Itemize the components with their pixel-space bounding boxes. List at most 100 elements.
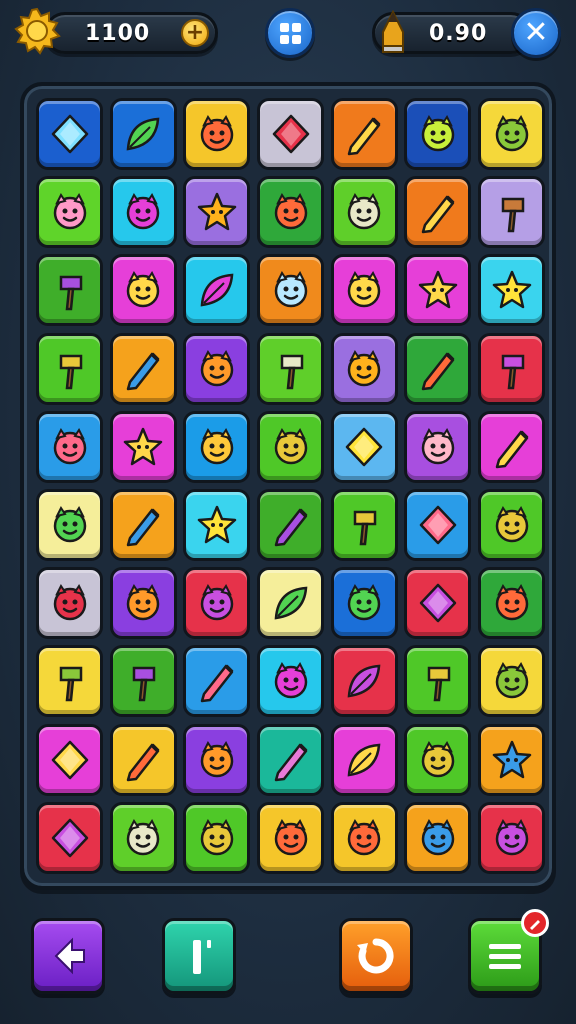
tile-r7-c4[interactable] xyxy=(257,567,325,640)
hammer-icon xyxy=(280,354,303,389)
tile-r2-c5[interactable] xyxy=(330,176,398,249)
tile-r6-c6[interactable] xyxy=(404,488,472,561)
add-coins-button[interactable]: + xyxy=(181,19,209,47)
tile-r1-c1[interactable] xyxy=(36,98,103,170)
tile-r6-c2[interactable] xyxy=(109,488,177,561)
tile-r4-c4[interactable] xyxy=(257,332,325,405)
tile-r1-c7[interactable] xyxy=(478,98,546,170)
tile-r10-c4[interactable] xyxy=(257,801,325,874)
tile-r7-c6[interactable] xyxy=(404,567,472,640)
tile-r6-c3[interactable] xyxy=(183,488,251,561)
face-icon xyxy=(348,584,381,621)
tile-r4-c1[interactable] xyxy=(36,332,103,405)
tile-r9-c2[interactable] xyxy=(109,723,177,796)
face-icon xyxy=(274,193,307,230)
pencil-icon xyxy=(274,508,307,547)
diamond-icon xyxy=(419,505,457,545)
tile-r6-c1[interactable] xyxy=(36,488,103,561)
tile-r5-c3[interactable] xyxy=(183,410,251,483)
tile-r10-c6[interactable] xyxy=(404,801,472,874)
tile-r1-c3[interactable] xyxy=(183,98,251,170)
tile-r3-c3[interactable] xyxy=(183,254,251,327)
tile-r8-c2[interactable] xyxy=(109,645,177,718)
menu-button[interactable] xyxy=(468,909,549,994)
tile-r5-c5[interactable] xyxy=(330,410,398,483)
tile-r2-c4[interactable] xyxy=(257,176,325,249)
face-icon xyxy=(348,193,381,230)
tile-r5-c4[interactable] xyxy=(257,410,325,483)
tile-r3-c7[interactable] xyxy=(478,254,546,327)
tile-r9-c1[interactable] xyxy=(36,723,103,796)
restart-button[interactable] xyxy=(339,918,413,994)
face-icon xyxy=(274,427,307,464)
tile-r5-c6[interactable] xyxy=(404,410,472,483)
pencil-icon xyxy=(126,508,160,547)
tile-r10-c2[interactable] xyxy=(109,801,177,874)
tile-r3-c1[interactable] xyxy=(36,254,103,327)
tile-r7-c3[interactable] xyxy=(183,567,251,640)
tile-r10-c7[interactable] xyxy=(478,801,546,874)
grid-menu-button[interactable] xyxy=(265,8,315,58)
tile-r2-c1[interactable] xyxy=(36,176,103,249)
tile-r7-c7[interactable] xyxy=(478,567,546,640)
tile-r9-c6[interactable] xyxy=(404,723,472,796)
tile-r4-c2[interactable] xyxy=(109,332,177,405)
back-button[interactable] xyxy=(31,918,105,994)
gear-coin-icon xyxy=(14,7,61,55)
tile-r8-c1[interactable] xyxy=(36,645,103,718)
tile-r2-c6[interactable] xyxy=(404,176,472,249)
coins-counter: 1100 + xyxy=(44,12,218,54)
tile-r3-c5[interactable] xyxy=(330,254,398,327)
tile-r5-c2[interactable] xyxy=(109,410,177,483)
tile-r3-c2[interactable] xyxy=(109,254,177,327)
gems-value: 0.90 xyxy=(429,20,488,46)
tile-r5-c7[interactable] xyxy=(478,410,546,483)
tile-r9-c4[interactable] xyxy=(257,723,325,796)
tile-r4-c7[interactable] xyxy=(478,332,546,405)
tile-r3-c6[interactable] xyxy=(404,254,472,327)
tile-r2-c7[interactable] xyxy=(478,176,546,249)
tile-r4-c6[interactable] xyxy=(404,332,472,405)
tile-r1-c2[interactable] xyxy=(109,98,177,170)
tile-r9-c7[interactable] xyxy=(478,723,546,796)
tile-r2-c2[interactable] xyxy=(109,176,177,249)
tile-r1-c4[interactable] xyxy=(257,98,325,170)
tile-r2-c3[interactable] xyxy=(183,176,251,249)
face-icon xyxy=(126,271,160,308)
tile-r9-c5[interactable] xyxy=(330,723,398,796)
face-icon xyxy=(200,818,234,855)
tile-r7-c5[interactable] xyxy=(330,567,398,640)
face-icon xyxy=(274,818,307,855)
tile-r4-c5[interactable] xyxy=(330,332,398,405)
tile-r3-c4[interactable] xyxy=(257,254,325,327)
hammer-icon xyxy=(59,276,82,311)
face-icon xyxy=(53,505,86,543)
plus-icon: + xyxy=(185,20,205,45)
tile-r7-c1[interactable] xyxy=(36,567,103,640)
tile-r6-c7[interactable] xyxy=(478,488,546,561)
face-icon xyxy=(421,740,455,777)
tile-r4-c3[interactable] xyxy=(183,332,251,405)
pencil-icon xyxy=(274,743,307,781)
menu-notification-badge[interactable] xyxy=(521,909,549,937)
tile-r7-c2[interactable] xyxy=(109,567,177,640)
tile-r8-c7[interactable] xyxy=(478,645,546,718)
tile-r10-c1[interactable] xyxy=(36,801,103,874)
pause-button[interactable] xyxy=(162,918,236,994)
tile-r5-c1[interactable] xyxy=(36,410,103,483)
tile-r1-c6[interactable] xyxy=(404,98,472,170)
tile-r6-c5[interactable] xyxy=(330,488,398,561)
close-button[interactable]: ✕ xyxy=(511,8,561,58)
tile-r8-c4[interactable] xyxy=(257,645,325,718)
tile-r8-c5[interactable] xyxy=(330,645,398,718)
tile-r8-c3[interactable] xyxy=(183,645,251,718)
tile-r1-c5[interactable] xyxy=(330,98,398,170)
leaf-icon xyxy=(347,664,381,698)
tile-r10-c5[interactable] xyxy=(330,801,398,874)
tile-r6-c4[interactable] xyxy=(257,488,325,561)
tile-r10-c3[interactable] xyxy=(183,801,251,874)
tile-r9-c3[interactable] xyxy=(183,723,251,796)
game-board xyxy=(20,82,556,890)
face-icon xyxy=(200,584,234,621)
tile-r8-c6[interactable] xyxy=(404,645,472,718)
